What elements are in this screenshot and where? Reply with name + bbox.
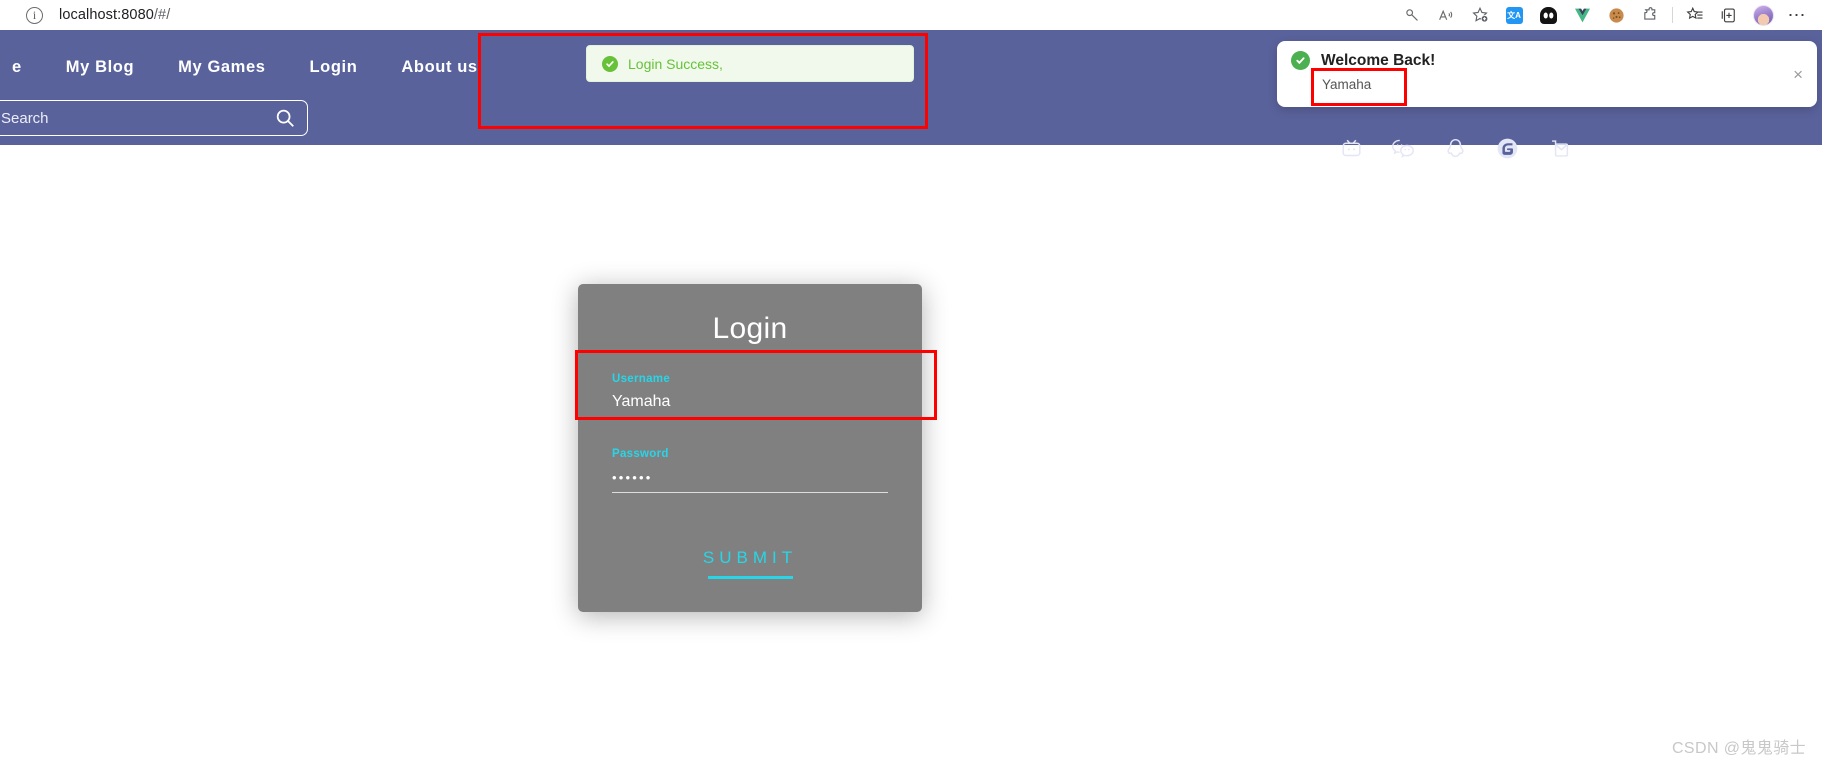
extension-translate-icon[interactable]: 文A: [1497, 0, 1531, 30]
submit-underline: [707, 576, 793, 579]
add-favorite-icon[interactable]: [1463, 0, 1497, 30]
toast-message: Login Success,: [628, 55, 723, 72]
dark-reader-glyph: [1539, 6, 1557, 24]
nav-link-login[interactable]: Login: [288, 52, 380, 83]
page-root: i localhost:8080/#/ 文A ⋯ e My Blog My Ga…: [0, 0, 1822, 767]
url-path: /#/: [153, 7, 171, 23]
password-input[interactable]: ••••••: [612, 460, 888, 485]
toolbar-divider: [1672, 7, 1673, 23]
search-input[interactable]: [0, 109, 263, 127]
avatar: [1752, 4, 1774, 26]
login-card: Login Username Yamaha Password •••••• SU…: [578, 284, 922, 612]
search-button[interactable]: [263, 101, 307, 135]
url-text: localhost:8080/#/: [59, 7, 170, 23]
login-success-toast: Login Success,: [586, 45, 914, 82]
username-label: Username: [612, 373, 671, 385]
watermark: CSDN @鬼鬼骑士: [1671, 740, 1806, 757]
welcome-username-text: Yamaha: [1322, 77, 1372, 92]
browser-toolbar: i localhost:8080/#/ 文A ⋯: [0, 0, 1822, 30]
gitee-icon[interactable]: [1494, 135, 1520, 161]
nav-link-my-games[interactable]: My Games: [156, 52, 287, 83]
wechat-icon[interactable]: [1390, 135, 1416, 161]
key-icon[interactable]: [1395, 0, 1429, 30]
success-check-icon: [1291, 51, 1310, 70]
username-field-group: Username Yamaha: [612, 373, 888, 420]
username-input[interactable]: Yamaha: [612, 385, 888, 411]
search-box[interactable]: [0, 100, 308, 136]
nav-links: e My Blog My Games Login About us: [0, 52, 500, 83]
email-icon[interactable]: [1546, 135, 1572, 161]
browser-action-icons: 文A ⋯: [1395, 0, 1814, 30]
submit-button[interactable]: SUBMIT: [703, 548, 797, 568]
welcome-title: Welcome Back!: [1321, 51, 1436, 69]
extension-vue-devtools-icon[interactable]: [1565, 0, 1599, 30]
username-underline: [612, 418, 888, 420]
translate-glyph: 文A: [1505, 6, 1523, 24]
address-bar[interactable]: i localhost:8080/#/: [12, 0, 1302, 30]
password-underline: [612, 491, 888, 493]
bilibili-icon[interactable]: [1338, 135, 1364, 161]
welcome-back-panel: Welcome Back! × Yamaha: [1277, 41, 1817, 107]
password-label: Password: [612, 447, 669, 460]
browser-settings-icon[interactable]: ⋯: [1780, 0, 1814, 30]
success-check-icon: [602, 55, 618, 72]
info-icon[interactable]: i: [26, 6, 43, 24]
welcome-header: Welcome Back!: [1291, 51, 1803, 70]
split-screen-icon[interactable]: [1712, 0, 1746, 30]
submit-area: SUBMIT: [578, 548, 922, 579]
nav-link-about-us[interactable]: About us: [379, 52, 499, 83]
extension-cookie-icon[interactable]: [1599, 0, 1633, 30]
login-card-title: Login: [712, 312, 788, 345]
profile-avatar[interactable]: [1746, 0, 1780, 30]
read-aloud-icon[interactable]: [1429, 0, 1463, 30]
nav-link-my-blog[interactable]: My Blog: [44, 52, 156, 83]
close-icon[interactable]: ×: [1793, 66, 1803, 83]
social-icons: [1338, 135, 1572, 161]
extension-puzzle-icon[interactable]: [1633, 0, 1667, 30]
extension-dark-reader-icon[interactable]: [1531, 0, 1565, 30]
qq-icon[interactable]: [1442, 135, 1468, 161]
nav-link-home[interactable]: e: [0, 52, 44, 83]
url-host: localhost:8080: [59, 7, 154, 23]
password-field-group: Password ••••••: [612, 447, 888, 493]
collections-icon[interactable]: [1678, 0, 1712, 30]
